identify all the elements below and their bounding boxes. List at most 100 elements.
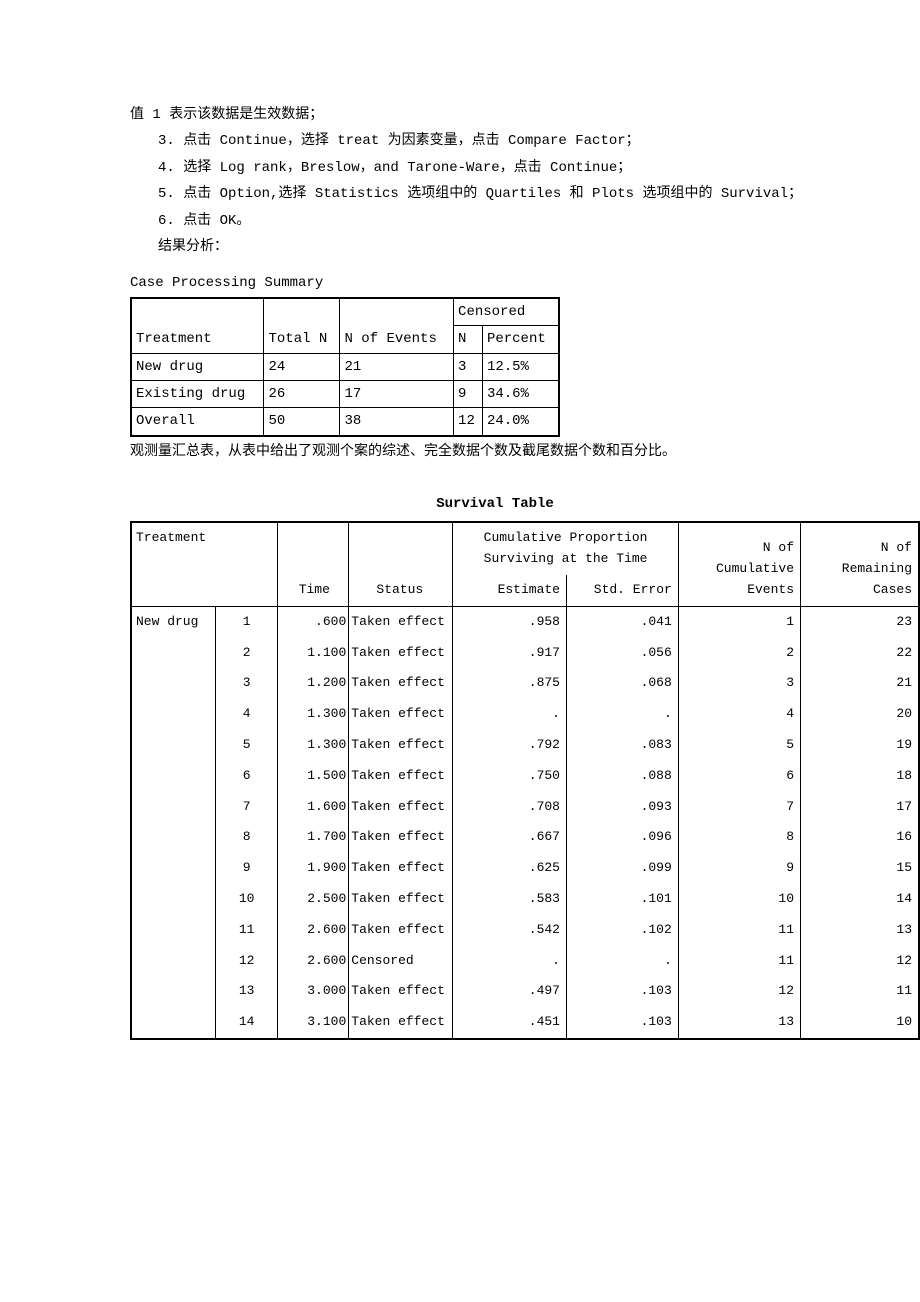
table-row: 61.500Taken effect.750.088618 bbox=[131, 761, 919, 792]
cell-time: 1.700 bbox=[278, 822, 349, 853]
table-row: Overall50381224.0% bbox=[131, 408, 559, 436]
table-row: 31.200Taken effect.875.068321 bbox=[131, 668, 919, 699]
cell-idx: 11 bbox=[215, 915, 277, 946]
cell-percent: 34.6% bbox=[482, 380, 559, 407]
cell-idx: 3 bbox=[215, 668, 277, 699]
table-row: New drug1.600Taken effect.958.041123 bbox=[131, 606, 919, 637]
cell-n_events: 21 bbox=[340, 353, 454, 380]
cell-status: Taken effect bbox=[349, 730, 453, 761]
cell-err: .083 bbox=[566, 730, 678, 761]
cell-status: Taken effect bbox=[349, 761, 453, 792]
cell-n_events: 38 bbox=[340, 408, 454, 436]
cell-status: Taken effect bbox=[349, 822, 453, 853]
table-row: 41.300Taken effect..420 bbox=[131, 699, 919, 730]
cell-status: Taken effect bbox=[349, 1007, 453, 1039]
cell-percent: 24.0% bbox=[482, 408, 559, 436]
cell-n: 12 bbox=[454, 408, 483, 436]
instruction-step: 3. 点击 Continue，选择 treat 为因素变量，点击 Compare… bbox=[130, 130, 860, 152]
instruction-step: 5. 点击 Option,选择 Statistics 选项组中的 Quartil… bbox=[130, 183, 860, 205]
cell-time: 2.500 bbox=[278, 884, 349, 915]
cell-cum: 8 bbox=[678, 822, 800, 853]
cell-est: . bbox=[453, 946, 567, 977]
cell-idx: 8 bbox=[215, 822, 277, 853]
cell-idx: 9 bbox=[215, 853, 277, 884]
instructions-block: 值 1 表示该数据是生效数据； 3. 点击 Continue，选择 treat … bbox=[130, 104, 860, 258]
cell-time: 1.200 bbox=[278, 668, 349, 699]
cell-rem: 18 bbox=[801, 761, 919, 792]
cell-rem: 12 bbox=[801, 946, 919, 977]
cell-cum: 1 bbox=[678, 606, 800, 637]
cell-cum: 6 bbox=[678, 761, 800, 792]
cell-cum: 12 bbox=[678, 976, 800, 1007]
cell-cum: 7 bbox=[678, 792, 800, 823]
col-cum-prop: Cumulative Proportion Surviving at the T… bbox=[453, 522, 678, 575]
cell-rem: 21 bbox=[801, 668, 919, 699]
cell-status: Censored bbox=[349, 946, 453, 977]
cell-est: .875 bbox=[453, 668, 567, 699]
cell-idx: 6 bbox=[215, 761, 277, 792]
cell-idx: 12 bbox=[215, 946, 277, 977]
cell-est: .497 bbox=[453, 976, 567, 1007]
cell-est: .792 bbox=[453, 730, 567, 761]
cell-n: 9 bbox=[454, 380, 483, 407]
cell-err: .103 bbox=[566, 1007, 678, 1039]
cell-cum: 3 bbox=[678, 668, 800, 699]
cell-status: Taken effect bbox=[349, 606, 453, 637]
instruction-step: 6. 点击 OK。 bbox=[130, 210, 860, 232]
cell-time: 3.100 bbox=[278, 1007, 349, 1039]
cell-treatment: Existing drug bbox=[131, 380, 264, 407]
cell-n: 3 bbox=[454, 353, 483, 380]
cell-n_events: 17 bbox=[340, 380, 454, 407]
cell-err: . bbox=[566, 699, 678, 730]
cell-err: .041 bbox=[566, 606, 678, 637]
cell-rem: 14 bbox=[801, 884, 919, 915]
cell-est: .667 bbox=[453, 822, 567, 853]
cell-time: 2.600 bbox=[278, 915, 349, 946]
cell-status: Taken effect bbox=[349, 668, 453, 699]
table-row: New drug2421312.5% bbox=[131, 353, 559, 380]
cell-rem: 11 bbox=[801, 976, 919, 1007]
col-estimate: Estimate bbox=[453, 575, 567, 606]
col-censored-n: N bbox=[454, 326, 483, 353]
col-n-cum: N of Cumulative Events bbox=[678, 522, 800, 606]
cell-treatment: New drug bbox=[131, 353, 264, 380]
cell-time: 2.600 bbox=[278, 946, 349, 977]
cell-cum: 5 bbox=[678, 730, 800, 761]
cell-time: .600 bbox=[278, 606, 349, 637]
table-row: 71.600Taken effect.708.093717 bbox=[131, 792, 919, 823]
col-status: Status bbox=[349, 522, 453, 606]
col-total-n: Total N bbox=[264, 298, 340, 353]
cell-idx: 4 bbox=[215, 699, 277, 730]
cell-status: Taken effect bbox=[349, 976, 453, 1007]
table-row: 143.100Taken effect.451.1031310 bbox=[131, 1007, 919, 1039]
cell-est: .917 bbox=[453, 638, 567, 669]
table-row: 51.300Taken effect.792.083519 bbox=[131, 730, 919, 761]
table-row: 91.900Taken effect.625.099915 bbox=[131, 853, 919, 884]
cell-idx: 1 bbox=[215, 606, 277, 637]
col-n-events: N of Events bbox=[340, 298, 454, 353]
table-row: 122.600Censored..1112 bbox=[131, 946, 919, 977]
cell-total_n: 26 bbox=[264, 380, 340, 407]
col-censored-percent: Percent bbox=[482, 326, 559, 353]
cell-rem: 15 bbox=[801, 853, 919, 884]
cell-idx: 13 bbox=[215, 976, 277, 1007]
cell-cum: 11 bbox=[678, 946, 800, 977]
col-treatment: Treatment bbox=[131, 522, 278, 606]
cell-err: .096 bbox=[566, 822, 678, 853]
col-treatment: Treatment bbox=[131, 298, 264, 353]
cell-time: 1.500 bbox=[278, 761, 349, 792]
result-label: 结果分析： bbox=[130, 236, 860, 258]
cell-est: .958 bbox=[453, 606, 567, 637]
cell-time: 1.300 bbox=[278, 699, 349, 730]
cell-est: .625 bbox=[453, 853, 567, 884]
cell-est: .451 bbox=[453, 1007, 567, 1039]
table-row: 21.100Taken effect.917.056222 bbox=[131, 638, 919, 669]
instruction-step: 4. 选择 Log rank，Breslow，and Tarone-Ware，点… bbox=[130, 157, 860, 179]
cell-rem: 23 bbox=[801, 606, 919, 637]
cell-idx: 5 bbox=[215, 730, 277, 761]
case-summary-note: 观测量汇总表，从表中给出了观测个案的综述、完全数据个数及截尾数据个数和百分比。 bbox=[130, 441, 860, 463]
cell-time: 1.900 bbox=[278, 853, 349, 884]
cell-rem: 22 bbox=[801, 638, 919, 669]
cell-status: Taken effect bbox=[349, 699, 453, 730]
cell-treatment: New drug bbox=[131, 606, 215, 1039]
